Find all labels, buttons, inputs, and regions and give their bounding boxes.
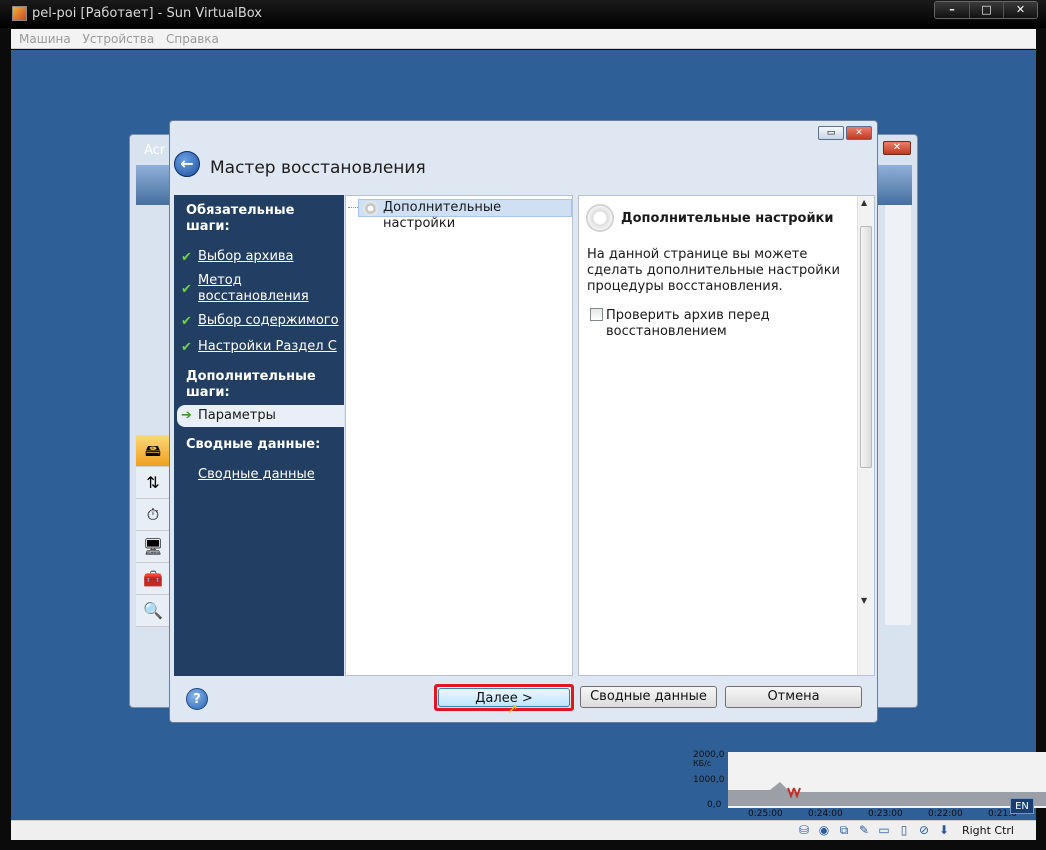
required-steps-header: Обязательные шаги: — [186, 203, 295, 234]
maximize-icon[interactable]: □ — [969, 2, 1003, 18]
graph-x-label: 0:23:00 — [868, 809, 903, 819]
scroll-down-icon[interactable]: ▼ — [861, 596, 867, 605]
menu-devices[interactable]: Устройства — [75, 29, 155, 46]
wizard-title: Мастер восстановления — [210, 158, 426, 178]
tree-item-advanced-settings[interactable]: Дополнительные настройки — [358, 199, 572, 231]
checkmark-icon: ✔ — [181, 340, 192, 355]
wizard-restore-icon[interactable]: ▭ — [818, 126, 844, 140]
step-current-parameters[interactable]: ➔ Параметры — [177, 405, 344, 427]
close-icon[interactable]: ✕ — [1003, 2, 1037, 18]
tasks-icon[interactable]: ⏱ — [136, 499, 170, 531]
background-close-icon[interactable]: ✕ — [883, 141, 911, 155]
mouse-cursor-icon: ➚ — [507, 701, 519, 717]
virtualbox-window: pel-poi [Работает] - Sun VirtualBox – □ … — [0, 0, 1046, 850]
settings-detail-panel: Дополнительные настройки На данной стран… — [578, 195, 875, 676]
graph-y-label: 0,0 — [707, 800, 722, 810]
step-item[interactable]: ✔ Метод восстановления — [174, 273, 324, 305]
restore-icon[interactable]: ⇅ — [136, 467, 170, 499]
monitor-icon[interactable]: 🖥 — [136, 531, 170, 563]
verify-archive-label[interactable]: Проверить архив перед восстановлением — [606, 308, 806, 340]
vbox-status-bar: ⛁ ◉ ⧉ ✎ ▭ ▯ ⊘ ⬇ Right Ctrl — [11, 820, 1036, 840]
detail-heading: Дополнительные настройки — [621, 211, 834, 226]
optional-steps-header: Дополнительные шаги: — [186, 369, 316, 400]
summary-button[interactable]: Сводные данные — [580, 686, 717, 708]
step-item[interactable]: ✔ Выбор содержимого — [174, 313, 344, 329]
restore-wizard-dialog: ▭ ✕ ← Мастер восстановления Обязательные… — [169, 120, 878, 723]
cd-icon[interactable]: ◉ — [816, 823, 832, 838]
back-arrow-icon[interactable]: ← — [174, 151, 200, 177]
window-title: pel-poi [Работает] - Sun VirtualBox — [32, 6, 262, 21]
backup-icon[interactable]: 🖴 — [136, 435, 170, 467]
network-graph: 2000,0 КБ/с 1000,0 0,0 0:25:00 0:24:00 0… — [693, 750, 1046, 819]
verify-archive-checkbox[interactable] — [590, 308, 603, 321]
language-indicator[interactable]: EN — [1010, 798, 1034, 814]
checkmark-icon: ✔ — [181, 314, 192, 329]
next-button[interactable]: Далее > — [434, 684, 574, 711]
step-link-archive[interactable]: Выбор архива — [198, 249, 294, 264]
detail-scrollbar[interactable]: ▲ ▼ — [857, 196, 874, 675]
scroll-thumb[interactable] — [860, 226, 872, 468]
wizard-steps-panel: Обязательные шаги: ✔ Выбор архива ✔ Метод … — [174, 195, 344, 676]
settings-disc-icon — [363, 201, 378, 216]
graph-y-unit: КБ/с — [693, 759, 711, 768]
green-arrow-icon: ➔ — [181, 408, 192, 423]
background-scrollbar[interactable] — [885, 205, 911, 625]
tree-item-label: Дополнительные настройки — [383, 200, 502, 231]
shared-folder-icon[interactable]: ▭ — [876, 823, 892, 838]
summary-header: Сводные данные: — [186, 437, 321, 452]
step-item[interactable]: Сводные данные — [174, 467, 344, 483]
scroll-up-icon[interactable]: ▲ — [861, 198, 867, 207]
cancel-button[interactable]: Отмена — [725, 686, 862, 708]
menu-machine[interactable]: Машина — [11, 29, 71, 46]
checkmark-icon: ✔ — [181, 250, 192, 265]
host-key-icon[interactable]: ⬇ — [936, 823, 952, 838]
tools-icon[interactable]: 🧰 — [136, 563, 170, 595]
tree-connector — [348, 207, 358, 208]
graph-x-label: 0:24:00 — [808, 809, 843, 819]
step-link-summary[interactable]: Сводные данные — [198, 467, 315, 482]
menu-bar: Машина Устройства Справка — [11, 29, 1036, 49]
options-tree: Дополнительные настройки — [345, 195, 573, 676]
next-button-label: Далее > — [438, 688, 570, 707]
minimize-icon[interactable]: – — [935, 2, 969, 18]
step-link-partition[interactable]: Настройки Раздел C — [198, 339, 337, 354]
menu-help[interactable]: Справка — [158, 29, 219, 46]
step-item[interactable]: ✔ Настройки Раздел C — [174, 339, 344, 355]
step-link-content[interactable]: Выбор содержимого — [198, 313, 339, 328]
background-sidebar: 🖴 ⇅ ⏱ 🖥 🧰 🔍 — [136, 435, 170, 635]
wizard-window-controls: ▭ ✕ — [818, 126, 872, 140]
window-controls: – □ ✕ — [934, 1, 1038, 19]
host-key-label: Right Ctrl — [961, 824, 1014, 837]
graph-x-label: 0:22:00 — [928, 809, 963, 819]
current-step-label: Параметры — [198, 408, 276, 423]
title-bar: pel-poi [Работает] - Sun VirtualBox – □ … — [0, 0, 1046, 28]
display-icon[interactable]: ▯ — [896, 823, 912, 838]
help-icon[interactable]: ? — [186, 688, 208, 710]
network-icon[interactable]: ⧉ — [836, 823, 852, 838]
virtualbox-app-icon — [12, 6, 27, 21]
step-item[interactable]: ✔ Выбор архива — [174, 249, 344, 265]
checkmark-icon: ✔ — [181, 282, 192, 297]
status-icons: ⛁ ◉ ⧉ ✎ ▭ ▯ ⊘ ⬇ — [796, 823, 952, 838]
step-link-method[interactable]: Метод восстановления — [198, 273, 309, 304]
gear-icon — [586, 204, 614, 232]
usb-icon[interactable]: ✎ — [856, 823, 872, 838]
mouse-integration-icon[interactable]: ⊘ — [916, 823, 932, 838]
graph-y-label: 1000,0 — [693, 775, 725, 785]
search-icon[interactable]: 🔍 — [136, 595, 170, 627]
background-window-title: Acr — [144, 143, 166, 158]
graph-x-label: 0:25:00 — [748, 809, 783, 819]
detail-description: На данной странице вы можете сделать доп… — [587, 247, 841, 294]
wizard-close-icon[interactable]: ✕ — [846, 126, 872, 140]
hard-disk-icon[interactable]: ⛁ — [796, 823, 812, 838]
